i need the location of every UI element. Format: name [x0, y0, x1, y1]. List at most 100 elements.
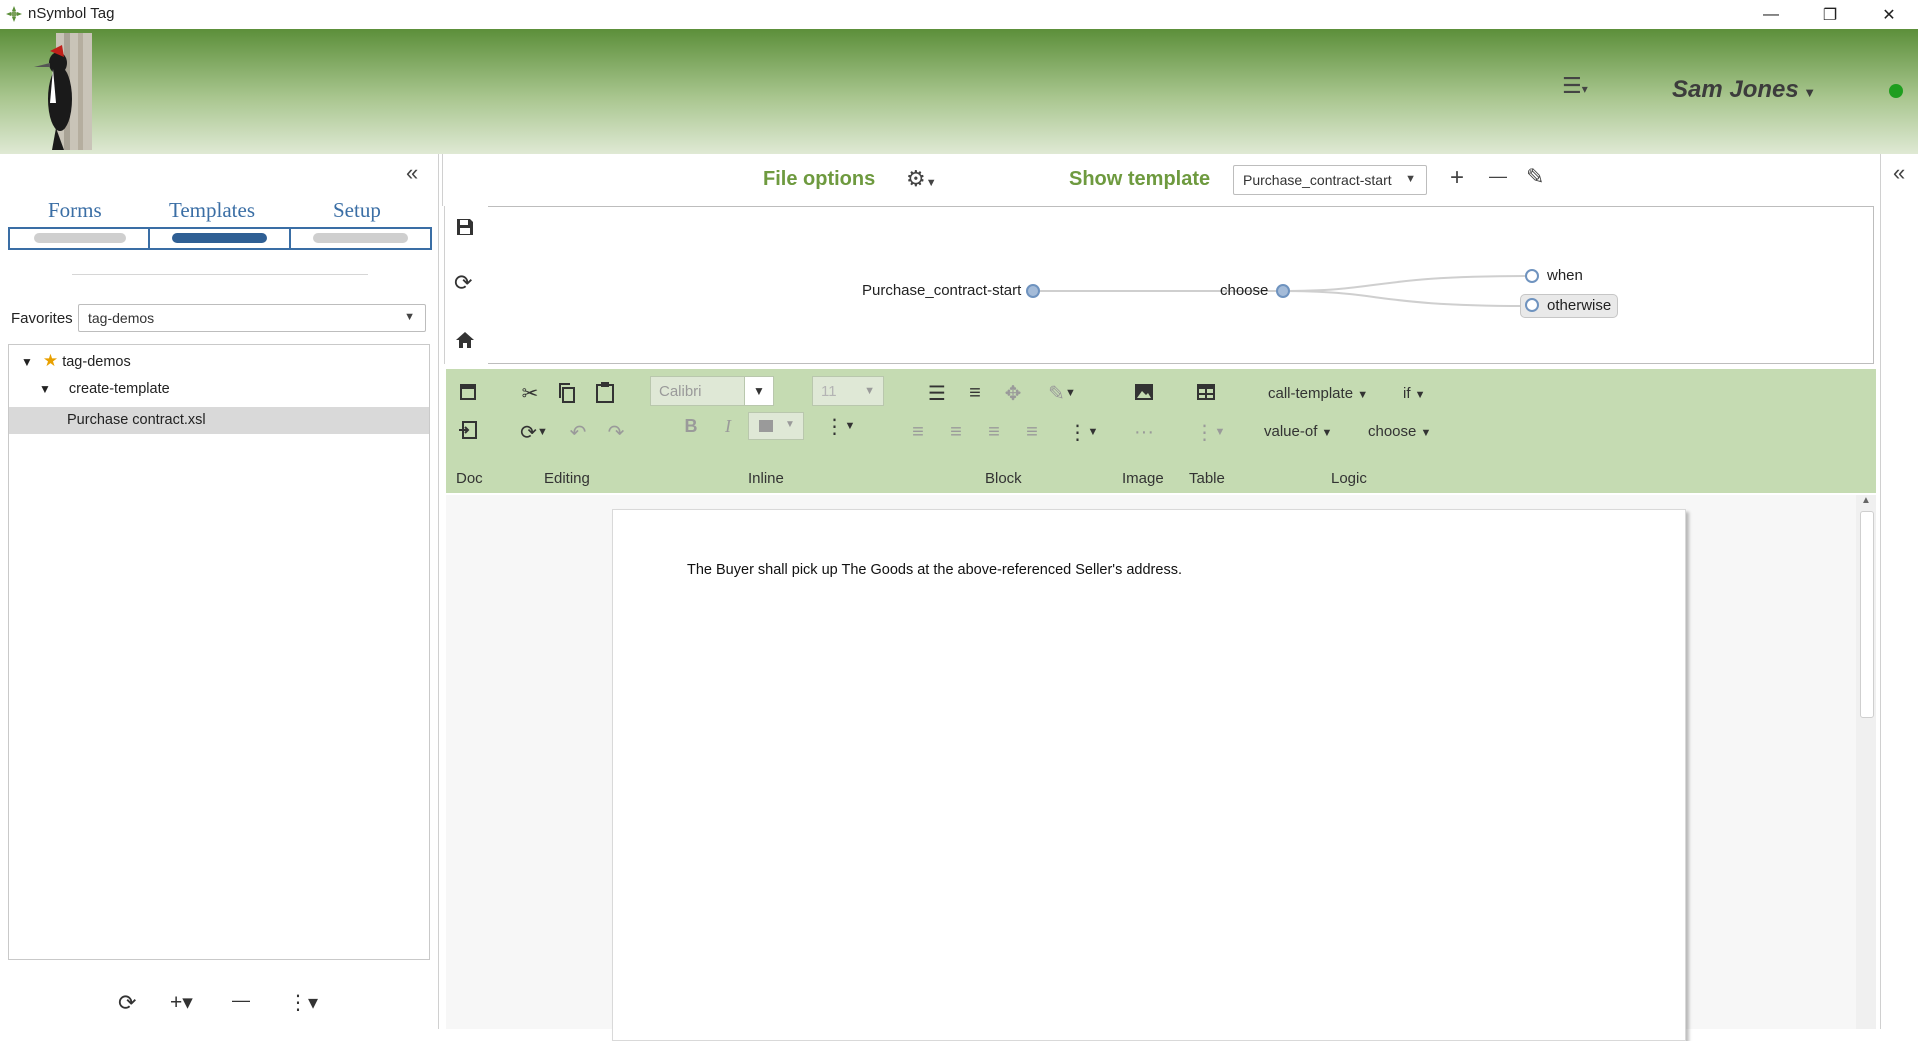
font-size-value: 11 [821, 383, 837, 400]
diagram-node-label[interactable]: Purchase_contract-start [862, 282, 1021, 299]
font-size-field[interactable]: 11 ▼ [812, 376, 884, 406]
style-icon[interactable]: ✎ ▼ [1042, 379, 1082, 407]
tree-item-label: create-template [68, 381, 170, 397]
image-more-icon[interactable]: ··· [1129, 418, 1159, 446]
chevron-down-icon: ▼ [1357, 389, 1369, 401]
scroll-up-icon[interactable]: ▲ [1856, 495, 1876, 509]
remove-template-button[interactable]: — [1489, 166, 1507, 187]
group-label-doc: Doc [456, 470, 483, 487]
expand-arrow-icon[interactable]: ▼ [39, 382, 51, 396]
minimize-button[interactable]: — [1748, 0, 1794, 29]
add-item-button[interactable]: +▾ [170, 990, 193, 1015]
diagram-node-dot[interactable] [1525, 269, 1539, 283]
group-label-inline: Inline [748, 470, 784, 487]
template-value: Purchase_contract-start [1243, 172, 1392, 188]
tab-templates-indicator[interactable] [148, 227, 291, 250]
table-icon[interactable] [1196, 383, 1216, 401]
right-panel-collapsed: « [1880, 154, 1918, 1029]
undo-icon[interactable]: ↶ [563, 418, 593, 446]
file-options-label[interactable]: File options [763, 168, 875, 191]
more-options-button[interactable]: ⋮▾ [288, 990, 318, 1015]
diagram-node-dot[interactable] [1276, 284, 1290, 298]
diagram-node-label: otherwise [1547, 297, 1612, 314]
group-label-image: Image [1122, 470, 1164, 487]
expand-arrow-icon[interactable]: ▼ [21, 355, 33, 369]
diagram-node-dot[interactable] [1026, 284, 1040, 298]
group-label-logic: Logic [1331, 470, 1367, 487]
collapse-left-icon[interactable]: « [406, 160, 418, 186]
align-right-icon[interactable]: ≡ [979, 418, 1009, 446]
align-center-icon[interactable]: ≡ [941, 418, 971, 446]
divider [72, 274, 368, 275]
color-swatch [759, 420, 773, 432]
diagram-node-label[interactable]: choose [1220, 282, 1268, 299]
paste-icon[interactable] [595, 381, 615, 403]
export-icon[interactable] [458, 420, 478, 440]
call-template-dropdown[interactable]: call-template ▼ [1268, 385, 1368, 402]
tab-templates[interactable]: Templates [169, 198, 255, 223]
document-text[interactable]: The Buyer shall pick up The Goods at the… [687, 562, 1182, 578]
maximize-button[interactable]: ❐ [1807, 0, 1853, 29]
font-name-field[interactable]: Calibri ▼ [650, 376, 774, 406]
diagram-links [1033, 275, 1532, 307]
if-dropdown[interactable]: if ▼ [1403, 385, 1426, 402]
show-template-label: Show template [1069, 168, 1211, 190]
diagram-node-label[interactable]: when [1547, 267, 1583, 284]
edit-template-button[interactable]: ✎ [1526, 164, 1544, 190]
tab-forms-indicator[interactable] [8, 227, 150, 250]
user-menu[interactable]: Sam Jones ▼ [1672, 76, 1816, 104]
reload-icon[interactable]: ⟳ [454, 270, 472, 296]
gear-icon[interactable]: ⚙▼ [906, 166, 937, 192]
block-more-icon[interactable]: ⋮ ▼ [1063, 418, 1103, 446]
move-icon[interactable]: ✥ [998, 379, 1028, 407]
add-template-button[interactable]: + [1450, 164, 1464, 192]
template-select[interactable]: Purchase_contract-start ▼ [1233, 165, 1427, 195]
document-page[interactable]: The Buyer shall pick up The Goods at the… [612, 509, 1686, 1041]
tree-item-tag-demos[interactable]: ▼ ★ tag-demos [21, 351, 131, 371]
close-button[interactable]: ✕ [1866, 0, 1912, 29]
save-icon[interactable] [455, 217, 475, 237]
remove-item-button[interactable]: — [232, 990, 250, 1011]
tree-item-create-template[interactable]: ▼ create-template [39, 381, 170, 397]
favorites-label: Favorites [11, 310, 73, 327]
italic-button[interactable]: I [713, 412, 743, 440]
home-icon[interactable] [455, 330, 475, 350]
refresh-icon[interactable]: ⟳ [118, 990, 136, 1016]
bullet-list-icon[interactable]: ☰ [922, 379, 952, 407]
replace-icon[interactable]: ⟳ ▼ [512, 418, 556, 446]
font-name-value: Calibri [659, 383, 702, 400]
numbered-list-icon[interactable]: ≡ [960, 379, 990, 407]
app-logo-icon [6, 6, 22, 22]
cut-icon[interactable]: ✂ [515, 379, 545, 407]
inline-more-icon[interactable]: ⋮ ▼ [820, 412, 860, 440]
chevron-down-icon: ▼ [404, 311, 415, 323]
status-indicator-icon [1889, 84, 1903, 98]
image-icon[interactable] [1134, 383, 1154, 401]
chevron-down-icon[interactable]: ▼ [744, 377, 773, 405]
tree-item-label: tag-demos [62, 354, 131, 370]
tab-setup[interactable]: Setup [333, 198, 381, 223]
expand-right-icon[interactable]: « [1893, 160, 1905, 186]
color-picker[interactable]: ▼ [748, 412, 804, 440]
bold-button[interactable]: B [676, 412, 706, 440]
value-of-dropdown[interactable]: value-of ▼ [1264, 423, 1332, 440]
table-more-icon[interactable]: ⋮ ▼ [1190, 418, 1230, 446]
favorites-select[interactable]: tag-demos ▼ [78, 304, 426, 332]
favorites-value: tag-demos [88, 310, 155, 326]
copy-icon[interactable] [557, 382, 577, 404]
choose-dropdown[interactable]: choose ▼ [1368, 423, 1431, 440]
document-icon[interactable] [458, 382, 478, 402]
align-justify-icon[interactable]: ≡ [1017, 418, 1047, 446]
tab-forms[interactable]: Forms [48, 198, 102, 223]
diagram-node-selected[interactable]: otherwise [1520, 294, 1618, 318]
tab-pill-active [172, 233, 267, 243]
vertical-scrollbar[interactable]: ▲ [1856, 495, 1876, 1029]
redo-icon[interactable]: ↷ [601, 418, 631, 446]
scrollbar-thumb[interactable] [1860, 511, 1874, 718]
tab-setup-indicator[interactable] [289, 227, 432, 250]
tree-item-purchase-contract[interactable]: Purchase contract.xsl [9, 407, 429, 434]
file-tree: ▼ ★ tag-demos ▼ create-template Purchase… [8, 344, 430, 960]
hamburger-menu-icon[interactable]: ☰▾ [1562, 73, 1588, 99]
chevron-down-icon: ▼ [1405, 173, 1416, 185]
align-left-icon[interactable]: ≡ [903, 418, 933, 446]
